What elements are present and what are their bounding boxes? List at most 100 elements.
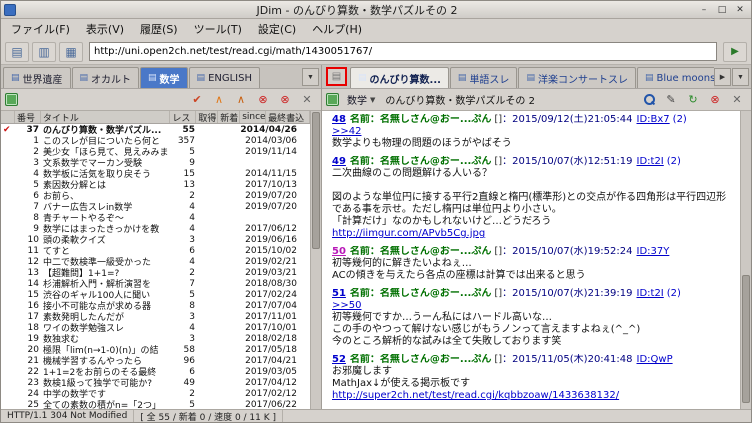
thread-toolbar: 数学 ▼ のんびり算数・数学パズルその 2 ✎ ↻ ⊗ ✕ — [322, 89, 751, 111]
thread-tab[interactable]: ▤Blue moonston... — [636, 67, 714, 88]
menu-item[interactable]: ヘルプ(H) — [304, 19, 370, 39]
post-number-link[interactable]: 49 — [332, 156, 346, 167]
post-number-link[interactable]: 51 — [332, 288, 346, 299]
menu-item[interactable]: 設定(C) — [250, 19, 304, 39]
board-tab[interactable]: ▤ 数学 — [140, 67, 188, 88]
update-button[interactable]: ∧ — [231, 91, 251, 109]
board-toolbar: ✔ ∧ ∧ ⊗ ⊗ ✕ — [1, 89, 321, 111]
post-body-link[interactable]: http://super2ch.net/test/read.cgi/kqbbzo… — [332, 390, 619, 401]
open-url-button[interactable]: ▶ — [723, 41, 747, 62]
minimize-button[interactable]: – — [696, 3, 712, 17]
thread-number: 24 — [27, 388, 39, 399]
close-button[interactable]: ✕ — [727, 91, 747, 109]
thread-res-count: 357 — [177, 135, 195, 146]
column-header[interactable]: 新着 — [218, 111, 241, 123]
close-button[interactable]: ✕ — [732, 3, 748, 17]
board-tab[interactable]: ▤ オカルト — [71, 67, 140, 88]
thread-scrollbar[interactable] — [740, 111, 751, 409]
stop-button[interactable]: ⊗ — [275, 91, 295, 109]
thread-number: 11 — [27, 245, 39, 256]
titlebar[interactable]: JDim - のんびり算数・数学パズルその 2 – □ ✕ — [1, 1, 751, 19]
compose-button[interactable]: ✎ — [661, 91, 681, 109]
board-scrollbar-thumb[interactable] — [312, 112, 320, 250]
thread-date: 2019/02/21 — [245, 256, 297, 267]
post-id-link[interactable]: ID:t2I — [637, 156, 664, 167]
post-datetime: ：2015/10/07(水)12:51:19 — [502, 156, 633, 167]
cancel-button[interactable]: ⊗ — [253, 91, 273, 109]
stop-button[interactable]: ⊗ — [705, 91, 725, 109]
board-tab-list-button[interactable]: ▼ — [302, 68, 319, 86]
thread-date: 2017/02/24 — [245, 289, 297, 300]
post-header: 48 名前：名無しさん@おー...ぷん []：2015/09/12(土)21:05:… — [332, 114, 734, 126]
thread-number: 6 — [33, 190, 39, 201]
column-header[interactable]: since — [240, 111, 267, 123]
close-icon: ✕ — [732, 94, 742, 106]
thread-tab-scroll-button[interactable]: ▶ — [714, 68, 731, 86]
check-update-button[interactable]: ✔ — [187, 91, 207, 109]
search-icon — [643, 94, 655, 105]
thread-date: 2018/08/30 — [245, 278, 297, 289]
column-header[interactable]: レス — [170, 111, 197, 123]
thread-res-count: 4 — [189, 212, 195, 223]
thread-res-count: 58 — [183, 344, 195, 355]
post-id-link[interactable]: ID:Bx7 — [637, 114, 670, 125]
post-id-link[interactable]: ID:QwP — [637, 354, 673, 365]
post-id-link[interactable]: ID:t2I — [637, 288, 664, 299]
thread-scrollbar-thumb[interactable] — [742, 274, 750, 404]
post-line: 「計算だけ」なのかもしれないけど…どうだろう — [332, 216, 552, 227]
thread-tab[interactable]: ▤ 洋楽コンサートスレ — [518, 67, 636, 88]
view-thread-button[interactable]: ▥ — [32, 41, 56, 62]
close-button[interactable]: ✕ — [297, 91, 317, 109]
menu-item[interactable]: 表示(V) — [78, 19, 132, 39]
status-http: HTTP/1.1 304 Not Modified — [1, 410, 135, 422]
column-header[interactable]: 取得 — [196, 111, 219, 123]
column-header[interactable]: 番号 — [15, 111, 41, 123]
thread-list-row[interactable]: 25 全ての素数の積がn=「2つ」 5 2017/06/22 — [1, 399, 310, 410]
view-board-button[interactable]: ▤ — [5, 41, 29, 62]
thread-tab[interactable]: ▤ 単語スレ — [449, 67, 518, 88]
move-up-button[interactable]: ∧ — [209, 91, 229, 109]
board-tabs: ▤ 世界遺産 ▤ オカルト ▤ 数学 ▤ ENGLISH — [3, 67, 261, 88]
post-number-link[interactable]: 50 — [332, 246, 346, 257]
thread-date: 2019/03/05 — [245, 366, 297, 377]
post-datetime: ：2015/10/07(水)21:39:19 — [502, 288, 633, 299]
board-scrollbar[interactable] — [310, 111, 321, 409]
thread-list-view-button[interactable]: ▤ — [326, 67, 347, 86]
thread-tab-list-button[interactable]: ▼ — [732, 68, 749, 86]
menu-item[interactable]: ツール(T) — [186, 19, 250, 39]
thread-tab-label: Blue moonston... — [656, 72, 714, 84]
thread-tab-icon: ▤ — [526, 73, 535, 83]
board-tab[interactable]: ▤ 世界遺産 — [3, 67, 71, 88]
thread-res-count: 3 — [189, 311, 195, 322]
column-header[interactable]: タイトル — [41, 111, 171, 123]
thread-number: 23 — [27, 377, 39, 388]
reload-icon: ↻ — [688, 94, 698, 106]
chevron-down-icon: ▼ — [737, 73, 744, 81]
check-update-icon: ✔ — [192, 94, 202, 106]
column-header[interactable] — [1, 111, 15, 123]
reload-button[interactable]: ↻ — [683, 91, 703, 109]
thread-list: 番号 タイトル レス 取得 新着 since 最終書込 ✔ 37 のんびり算数・数学パズル...… — [1, 111, 321, 409]
post-number-link[interactable]: 52 — [332, 354, 346, 365]
url-input[interactable] — [89, 42, 717, 61]
view-image-button[interactable]: ▦ — [59, 41, 83, 62]
column-header[interactable]: 最終書込 — [266, 111, 310, 123]
board-select-dropdown[interactable]: 数学 ▼ — [343, 91, 379, 108]
menu-item[interactable]: 履歴(S) — [132, 19, 186, 39]
post-body-link[interactable]: >>42 — [332, 126, 361, 137]
thread-number: 22 — [27, 366, 39, 377]
minimize-icon: – — [701, 4, 707, 15]
chevron-down-icon: ▼ — [370, 95, 376, 104]
post-id-link[interactable]: ID:37Y — [637, 246, 670, 257]
maximize-button[interactable]: □ — [714, 3, 730, 17]
thread-tab[interactable]: ▤ のんびり算数... — [350, 67, 449, 88]
post-body-link[interactable]: >>50 — [332, 300, 361, 311]
thread-title: 全ての素数の積がn=「2つ」 — [43, 401, 161, 409]
menu-item[interactable]: ファイル(F) — [3, 19, 78, 39]
post-body-link[interactable]: http://iimgur.com/APvb5Cg.jpg — [332, 228, 485, 239]
search-button[interactable] — [639, 91, 659, 109]
post-number-link[interactable]: 48 — [332, 114, 346, 125]
thread-res-count: 3 — [189, 333, 195, 344]
board-tab[interactable]: ▤ ENGLISH — [188, 67, 260, 88]
thread-toolbar-buttons: ✎ ↻ ⊗ ✕ — [639, 91, 747, 109]
